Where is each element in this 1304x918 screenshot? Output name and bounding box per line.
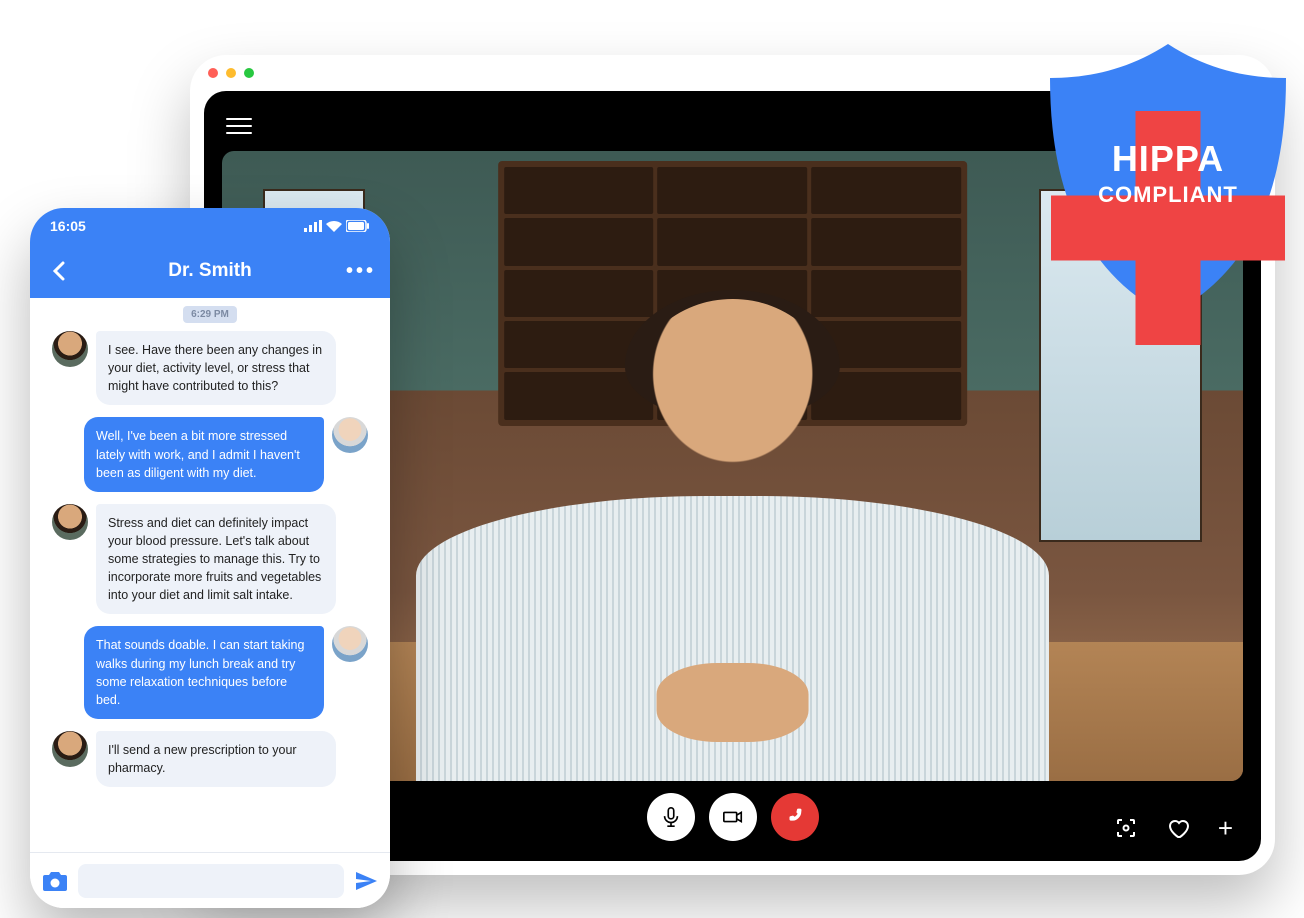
call-side-actions: + <box>1114 815 1233 841</box>
avatar[interactable] <box>52 731 88 767</box>
signal-icon <box>304 220 322 232</box>
status-time: 16:05 <box>50 218 86 234</box>
message-bubble: I'll send a new prescription to your pha… <box>96 731 336 787</box>
chat-phone: 16:05 Dr. Smith ••• 6:29 PM I see. Have … <box>30 208 390 908</box>
message-row: I see. Have there been any changes in yo… <box>44 331 376 405</box>
chat-header: Dr. Smith ••• <box>30 244 390 298</box>
menu-icon[interactable] <box>226 113 252 139</box>
traffic-light-minimize[interactable] <box>226 68 236 78</box>
remote-participant <box>416 290 1049 781</box>
add-icon[interactable]: + <box>1218 815 1233 841</box>
message-input[interactable] <box>78 864 344 898</box>
traffic-light-close[interactable] <box>208 68 218 78</box>
video-toggle-button[interactable] <box>709 793 757 841</box>
heart-icon[interactable] <box>1166 816 1190 840</box>
camera-icon[interactable] <box>42 870 68 892</box>
chat-input-bar <box>30 852 390 908</box>
message-bubble: I see. Have there been any changes in yo… <box>96 331 336 405</box>
avatar[interactable] <box>52 331 88 367</box>
hippa-badge: HIPPA COMPLIANT <box>1038 40 1298 320</box>
message-bubble: Well, I've been a bit more stressed late… <box>84 417 324 491</box>
message-row: I'll send a new prescription to your pha… <box>44 731 376 787</box>
hippa-badge-text: HIPPA COMPLIANT <box>1038 138 1298 208</box>
avatar[interactable] <box>52 504 88 540</box>
phone-icon <box>784 806 806 828</box>
battery-icon <box>346 220 370 232</box>
message-bubble: That sounds doable. I can start taking w… <box>84 626 324 719</box>
back-button[interactable] <box>48 261 70 281</box>
chat-timestamp: 6:29 PM <box>183 306 237 323</box>
send-icon[interactable] <box>354 869 378 893</box>
message-row: Well, I've been a bit more stressed late… <box>44 417 376 491</box>
message-bubble: Stress and diet can definitely impact yo… <box>96 504 336 615</box>
avatar[interactable] <box>332 626 368 662</box>
hippa-badge-line2: COMPLIANT <box>1038 182 1298 208</box>
hangup-button[interactable] <box>771 793 819 841</box>
video-icon <box>722 806 744 828</box>
message-row: That sounds doable. I can start taking w… <box>44 626 376 719</box>
mute-button[interactable] <box>647 793 695 841</box>
chevron-left-icon <box>52 261 66 281</box>
message-row: Stress and diet can definitely impact yo… <box>44 504 376 615</box>
microphone-icon <box>660 806 682 828</box>
phone-status-bar: 16:05 <box>30 208 390 244</box>
more-button[interactable]: ••• <box>350 260 372 283</box>
hippa-badge-line1: HIPPA <box>1038 138 1298 180</box>
wifi-icon <box>326 220 342 232</box>
chat-messages[interactable]: 6:29 PM I see. Have there been any chang… <box>30 298 390 852</box>
chat-title: Dr. Smith <box>168 260 251 282</box>
status-icons <box>304 220 370 232</box>
plus-icon <box>1038 88 1298 368</box>
avatar[interactable] <box>332 417 368 453</box>
scan-icon[interactable] <box>1114 816 1138 840</box>
traffic-light-zoom[interactable] <box>244 68 254 78</box>
